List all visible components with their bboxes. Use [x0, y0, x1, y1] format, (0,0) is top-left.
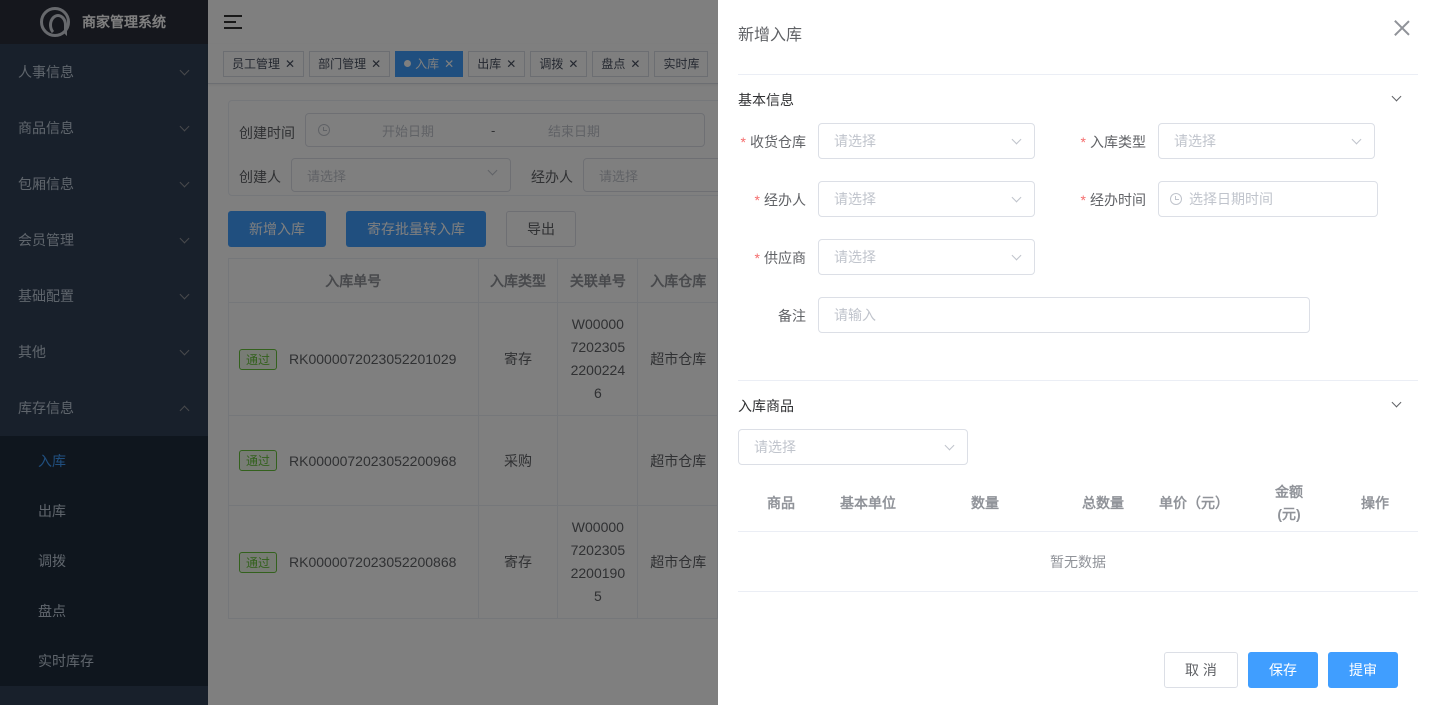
chevron-down-icon: [1011, 250, 1022, 261]
warehouse-placeholder: 请选择: [834, 133, 876, 149]
handler-select[interactable]: 请选择: [818, 181, 1035, 217]
save-button[interactable]: 保存: [1248, 652, 1318, 688]
close-icon[interactable]: [1394, 20, 1410, 36]
handle-time-label: * 经办时间: [1080, 192, 1146, 208]
handle-time-placeholder: 选择日期时间: [1189, 191, 1273, 207]
submit-review-button[interactable]: 提审: [1328, 652, 1398, 688]
supplier-placeholder: 请选择: [834, 249, 876, 265]
goods-section-title: 入库商品: [738, 398, 794, 414]
divider: [738, 380, 1418, 381]
add-inbound-drawer: 新增入库 基本信息 * 收货仓库 请选择 * 入库类型 请选择 * 经办人 请选择 *…: [718, 0, 1432, 705]
column-header: 数量: [971, 495, 999, 511]
divider: [738, 74, 1418, 75]
remark-label: 备注: [778, 308, 806, 324]
handler-label: * 经办人: [754, 192, 806, 208]
empty-state: 暂无数据: [738, 532, 1418, 592]
cancel-button[interactable]: 取 消: [1164, 652, 1238, 688]
inbound-type-select[interactable]: 请选择: [1158, 123, 1375, 159]
goods-select[interactable]: 请选择: [738, 429, 968, 465]
column-header: 总数量: [1082, 495, 1124, 511]
warehouse-select[interactable]: 请选择: [818, 123, 1035, 159]
column-header: 金额 (元): [1258, 474, 1320, 532]
header-line: (元): [1277, 506, 1301, 522]
column-header: 商品: [767, 495, 795, 511]
column-header: 操作: [1361, 495, 1389, 511]
supplier-select[interactable]: 请选择: [818, 239, 1035, 275]
column-header: 单价（元）: [1159, 495, 1229, 511]
chevron-down-icon[interactable]: [1391, 91, 1402, 102]
inbound-type-placeholder: 请选择: [1174, 133, 1216, 149]
header-line: 金额: [1275, 484, 1303, 500]
chevron-down-icon: [1351, 134, 1362, 145]
warehouse-label: * 收货仓库: [740, 134, 806, 150]
column-header: 基本单位: [840, 495, 896, 511]
modal-overlay[interactable]: [0, 0, 718, 705]
inbound-type-label: * 入库类型: [1080, 134, 1146, 150]
goods-table-header: 商品 基本单位 数量 总数量 单价（元） 金额 (元) 操作: [738, 474, 1418, 532]
remark-input[interactable]: 请输入: [818, 297, 1310, 333]
remark-placeholder: 请输入: [834, 307, 876, 323]
handler-placeholder: 请选择: [834, 191, 876, 207]
chevron-down-icon: [1011, 134, 1022, 145]
handle-time-picker[interactable]: 选择日期时间: [1158, 181, 1378, 217]
chevron-down-icon[interactable]: [1391, 397, 1402, 408]
goods-select-placeholder: 请选择: [754, 439, 796, 455]
chevron-down-icon: [944, 440, 955, 451]
chevron-down-icon: [1011, 192, 1022, 203]
clock-icon: [1170, 193, 1182, 205]
drawer-title: 新增入库: [738, 27, 803, 44]
supplier-label: * 供应商: [754, 250, 806, 266]
basic-info-title: 基本信息: [738, 92, 794, 108]
